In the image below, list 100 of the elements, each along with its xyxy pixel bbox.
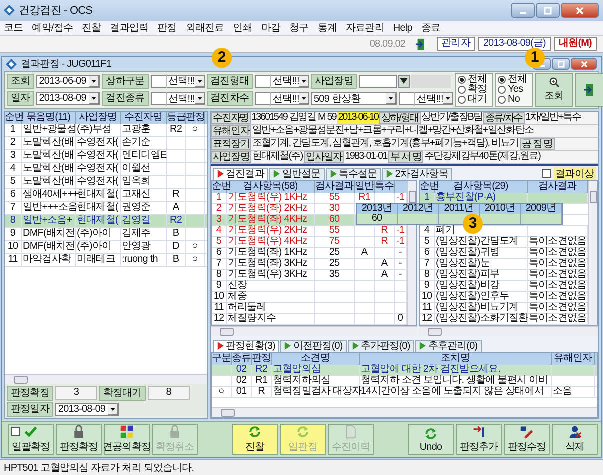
table-row[interactable]: 2 노말헥산(배 수영전자( 손기순 — [5, 137, 207, 150]
table-row[interactable]: 6 기도청력(좌) 1KHz 25 A - — [212, 248, 407, 259]
dropdown[interactable]: 선택!!! — [150, 74, 205, 88]
date-field[interactable]: 2013-06-09 — [36, 74, 100, 88]
menu-item[interactable]: 코드 — [4, 21, 24, 35]
table-cell: 기도청력(우) 1KHz — [227, 193, 315, 203]
table-cell: 4 — [420, 226, 435, 236]
column-header[interactable]: 특수 — [375, 181, 395, 193]
column-header: 2013년 — [357, 204, 398, 214]
dropdown[interactable]: 선택!!! — [150, 92, 205, 106]
table-row[interactable]: 8 기도청력(우) 3KHz 35 A - — [212, 270, 407, 281]
table-row[interactable]: 10 (임상진찰)인후두 특이소견없음 — [420, 292, 588, 303]
column-header[interactable]: 수진자명 — [121, 112, 167, 124]
action-button[interactable]: Undo — [408, 424, 454, 455]
column-header[interactable]: 검사결과 — [315, 181, 355, 193]
table-row[interactable]: 1 흉부진찰(P-A) — [420, 193, 588, 204]
column-header[interactable]: 판정 — [186, 112, 205, 124]
dropdown[interactable]: 선택!!! — [399, 92, 454, 106]
tab[interactable]: 검진결과 — [213, 168, 268, 180]
table-row[interactable]: ○ 01 R 청력정밀검사 대상자14시간이상 소음에 노출되지 않은 상태에서 소음 — [212, 387, 597, 398]
tab[interactable]: 일반설문 — [269, 168, 325, 180]
table-row[interactable]: 9 DMF(배치전 (주)아이 김제주 B — [5, 228, 207, 241]
action-button[interactable]: 판정확정 — [56, 424, 102, 455]
radio-label: 전체 — [508, 75, 528, 85]
menu-item[interactable]: 예약/접수 — [32, 21, 73, 35]
table-cell: R — [375, 237, 395, 247]
table-cell: DMF(배치전 — [22, 228, 76, 240]
action-button[interactable]: 일괄확정 — [8, 424, 54, 455]
date-field[interactable]: 2013-08-09 — [55, 402, 120, 416]
table-cell: 노말헥산(배 — [22, 176, 76, 188]
table-cell: 75 — [315, 237, 355, 247]
tab[interactable]: 2차검사항목 — [382, 168, 452, 180]
table-row[interactable]: 5 (임상진찰)간담도계 특이소견없음 — [420, 237, 588, 248]
column-header[interactable]: 순번 — [5, 112, 22, 124]
table-cell: ○ — [212, 387, 232, 397]
column-header[interactable]: 일반 — [355, 181, 375, 193]
table-row[interactable]: 7 기도청력(좌) 3KHz 25 A - — [212, 259, 407, 270]
table-row[interactable]: 4 기도청력(우) 2KHz 55 R -1 — [212, 226, 407, 237]
table-row[interactable]: 11 마약검사확 미래테크 :ruong th B ○ — [5, 254, 207, 267]
table-row[interactable]: 11 (임상진찰)비뇨기계 특이소견없음 — [420, 303, 588, 314]
info-value: M — [317, 112, 326, 124]
table-row[interactable]: 9 (임상진찰)비강 특이소견없음 — [420, 281, 588, 292]
table-row[interactable]: 12 (임상진찰)소화기질환특이소견없음 — [420, 314, 588, 325]
table-cell: R2 — [167, 124, 186, 136]
tab[interactable]: 이전판정(0) — [280, 340, 347, 352]
menu-item[interactable]: 판정 — [158, 21, 177, 35]
tab[interactable]: 추후관리(0) — [415, 340, 482, 352]
column-header[interactable]: 등급 — [167, 112, 186, 124]
table-row[interactable]: 10 체중 — [212, 292, 407, 303]
menu-item[interactable]: 외래진료 — [186, 21, 224, 35]
table-row[interactable]: 02 R1 청력저하의심 청력저하 소견 보입니다. 생활에 불편시 이비 — [212, 376, 597, 387]
search-button[interactable]: 조회 — [535, 73, 574, 107]
table-row[interactable]: 12 체질량지수 0 — [212, 314, 407, 325]
table-row[interactable]: 02 R2 고혈압의심 고혈압에 대한 2차 검진받으세요. — [212, 365, 597, 376]
action-button[interactable]: 삭제 — [552, 424, 598, 455]
table-cell: 청력저하의심 — [272, 376, 360, 386]
table-row[interactable]: 6 (임상진찰)귀병 특이소견없음 — [420, 248, 588, 259]
tab[interactable]: 추가판정(0) — [348, 340, 414, 352]
tab[interactable]: 특수설문 — [326, 168, 382, 180]
menu-item[interactable]: Help — [393, 22, 412, 34]
table-row[interactable]: 8 일반+소음+ 현대제철( 김영길 R2 — [5, 215, 207, 228]
table-row[interactable]: 8 (임상진찰)피부 특이소견없음 — [420, 270, 588, 281]
menu-item[interactable]: 자료관리 — [346, 21, 384, 35]
action-button[interactable]: 판정추가 — [456, 424, 502, 455]
table-cell: 10 — [420, 292, 435, 302]
table-row[interactable]: 1 일반+광물성(주)부성 고광훈 R2 ○ — [5, 124, 207, 137]
column-header[interactable]: 묶음명(11) — [22, 112, 76, 124]
table-row[interactable]: 9 신장 — [212, 281, 407, 292]
tab[interactable]: 판정현황(3) — [213, 340, 280, 352]
table-row[interactable]: 3 노말헥산(배 수영전자( 멘티디엠E — [5, 150, 207, 163]
table-cell: R1 — [252, 376, 272, 386]
action-button[interactable]: 견공의확정 — [104, 424, 150, 455]
table-row[interactable]: 11 허리둘레 — [212, 303, 407, 314]
menu-item[interactable]: 마감 — [261, 21, 281, 35]
table-cell: 고혈압에 대한 2차 검진받으세요. — [360, 365, 552, 375]
table-cell: A — [355, 248, 375, 258]
info-value: 조혈기계, 간담도계, 심혈관계, 호흡기계(흉부+폐기능+객담), 비뇨기 — [251, 138, 520, 150]
table-row[interactable]: 7 (임상진찰)눈 특이소견없음 — [420, 259, 588, 270]
menu-item[interactable]: 인쇄 — [233, 21, 252, 35]
menu-item[interactable]: 진찰 — [82, 21, 102, 35]
menu-item[interactable]: 종료 — [421, 21, 441, 35]
table-row[interactable]: 5 기도청력(우) 4KHz 75 R -1 — [212, 237, 407, 248]
column-header[interactable]: 사업장명 — [76, 112, 121, 124]
menu-item[interactable]: 통계 — [318, 21, 338, 35]
dropdown[interactable]: 선택!!! — [255, 74, 310, 88]
table-row[interactable]: 5 노말헥산(배 수영전자( 임옥희 — [5, 176, 207, 189]
menu-item[interactable]: 청구 — [290, 21, 309, 35]
action-button[interactable]: 판정수정 — [504, 424, 550, 455]
dropdown[interactable]: 509 한상환 — [311, 92, 398, 106]
date-field[interactable]: 2013-08-09 — [36, 92, 100, 106]
table-cell: :ruong th — [121, 254, 167, 266]
table-row[interactable]: 10 DMF(배치전 (주)아이 안영광 D ○ — [5, 241, 207, 254]
table-row[interactable]: 6 생애40세+++현대제철( 고재신 R — [5, 189, 207, 202]
table-row[interactable]: 4 노말헥산(배 수영전자( 이월선 — [5, 163, 207, 176]
table-cell: R — [375, 226, 395, 236]
table-cell: 25 — [315, 248, 355, 258]
radio-label: No — [508, 95, 520, 105]
menu-item[interactable]: 결과입력 — [110, 21, 149, 35]
dropdown[interactable]: 선택!!! — [255, 92, 310, 106]
action-button[interactable]: 진찰 — [232, 424, 278, 455]
